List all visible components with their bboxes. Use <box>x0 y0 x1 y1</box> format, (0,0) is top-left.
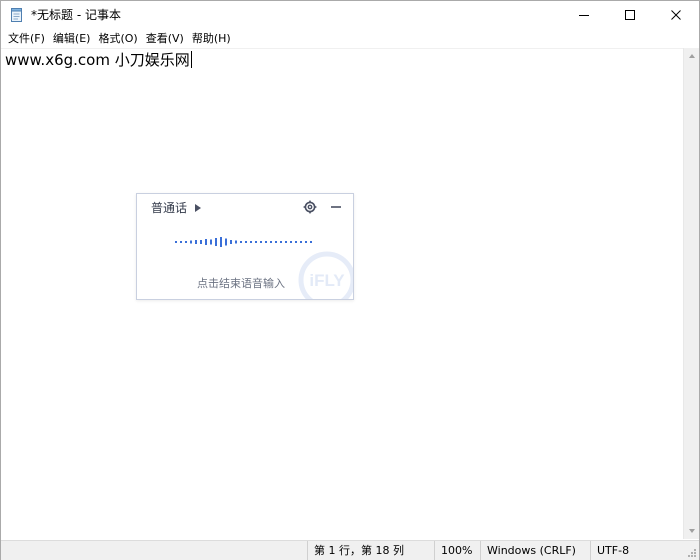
language-selector[interactable]: 普通话 <box>151 200 202 216</box>
minimize-icon <box>579 15 589 16</box>
menu-format[interactable]: 格式(O) <box>94 29 141 48</box>
waveform-icon <box>175 237 312 247</box>
menu-help[interactable]: 帮助(H) <box>188 29 235 48</box>
status-cursor-position: 第 1 行，第 18 列 <box>307 541 434 560</box>
scroll-up-arrow-icon <box>689 54 695 58</box>
editor-text-line[interactable]: www.x6g.com 小刀娱乐网 <box>5 51 190 69</box>
maximize-icon <box>625 10 635 20</box>
scroll-down-arrow-icon <box>689 529 695 533</box>
finish-voice-input-button[interactable]: 点击结束语音输入 <box>197 276 285 292</box>
maximize-button[interactable] <box>607 1 653 29</box>
close-icon <box>671 10 681 20</box>
notepad-window: *无标题 - 记事本 文件(F) 编辑(E) 格式(O) 查看(V) 帮助(H)… <box>0 0 700 560</box>
status-line-ending: Windows (CRLF) <box>480 541 590 560</box>
settings-gear-icon[interactable] <box>303 200 317 214</box>
scroll-up-button[interactable] <box>684 48 700 64</box>
ifly-logo-watermark: iFLY <box>298 251 353 299</box>
language-label[interactable]: 普通话 <box>151 200 187 216</box>
menu-file[interactable]: 文件(F) <box>4 29 49 48</box>
window-controls <box>561 1 699 29</box>
svg-text:iFLY: iFLY <box>309 271 345 290</box>
vertical-scrollbar[interactable] <box>683 48 699 539</box>
menu-view[interactable]: 查看(V) <box>142 29 188 48</box>
minimize-dash-icon[interactable] <box>329 200 343 214</box>
menu-edit[interactable]: 编辑(E) <box>49 29 95 48</box>
notepad-icon <box>9 7 25 23</box>
voice-input-panel[interactable]: iFLY 普通话 点击结束语音输入 <box>136 193 354 300</box>
scroll-down-button[interactable] <box>684 523 700 539</box>
status-zoom: 100% <box>434 541 480 560</box>
title-bar[interactable]: *无标题 - 记事本 <box>1 1 699 29</box>
editor-content[interactable]: www.x6g.com 小刀娱乐网 <box>5 50 192 70</box>
text-caret <box>190 51 192 68</box>
menu-bar: 文件(F) 编辑(E) 格式(O) 查看(V) 帮助(H) <box>1 29 699 48</box>
play-arrow-icon[interactable] <box>195 204 202 212</box>
resize-grip-icon[interactable] <box>687 548 697 558</box>
minimize-button[interactable] <box>561 1 607 29</box>
status-bar: 第 1 行，第 18 列 100% Windows (CRLF) UTF-8 <box>1 540 699 560</box>
close-button[interactable] <box>653 1 699 29</box>
window-title: *无标题 - 记事本 <box>31 8 121 22</box>
status-encoding: UTF-8 <box>590 541 683 560</box>
